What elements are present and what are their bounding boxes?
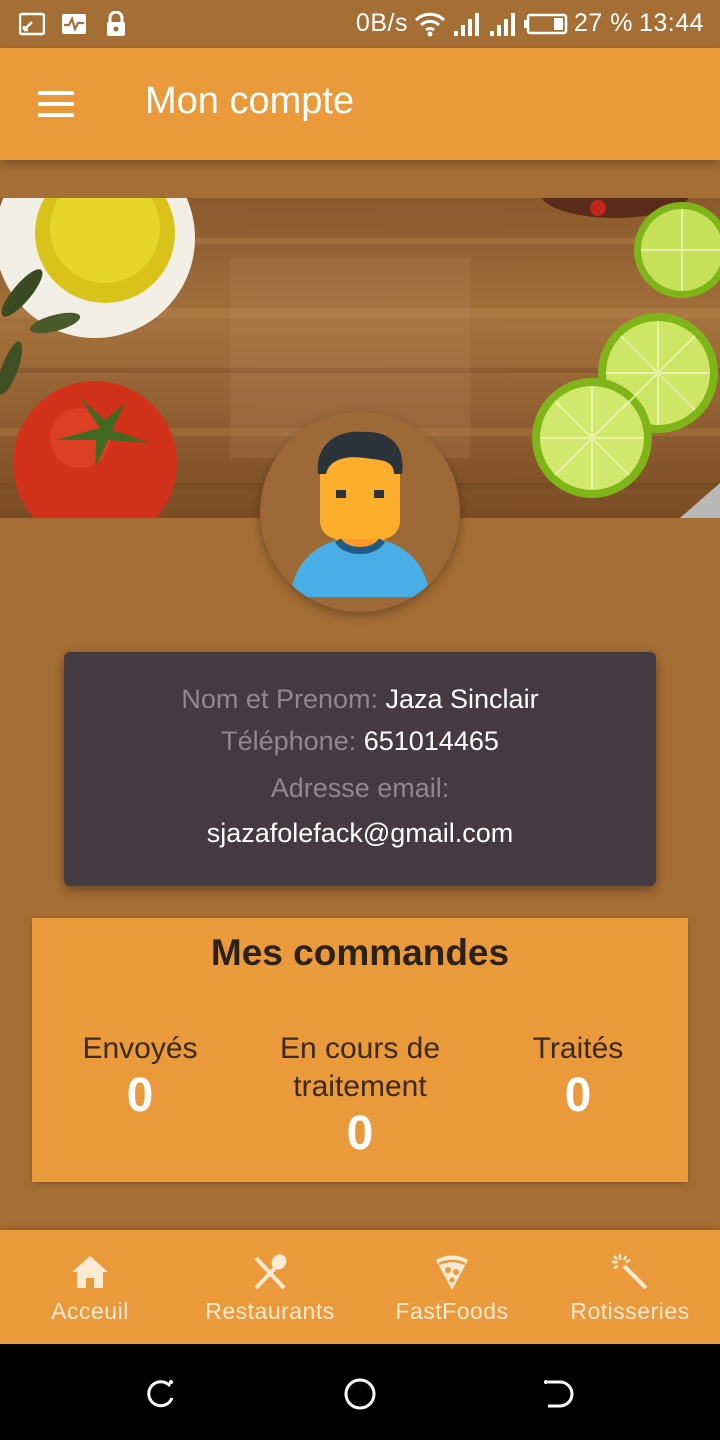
app-bar: Mon compte	[0, 48, 720, 160]
menu-icon[interactable]	[30, 84, 82, 124]
phone-value: 651014465	[363, 726, 499, 756]
avatar[interactable]	[260, 412, 460, 612]
email-label: Adresse email:	[270, 773, 450, 803]
cast-icon	[18, 10, 46, 38]
network-speed: 0B/s	[355, 9, 408, 37]
orders-done[interactable]: Traités 0	[498, 1030, 658, 1124]
orders-sent-label: Envoyés	[82, 1032, 198, 1065]
name-value: Jaza Sinclair	[385, 684, 539, 714]
orders-sent[interactable]: Envoyés 0	[60, 1030, 220, 1124]
battery-icon	[523, 13, 568, 34]
email-value: sjazafolefack@gmail.com	[206, 818, 514, 848]
orders-done-label: Traités	[532, 1032, 624, 1065]
name-row: Nom et Prenom: Jaza Sinclair	[64, 684, 656, 715]
status-bar: 0B/s 27 % 13:44	[0, 0, 720, 48]
wifi-icon	[414, 12, 446, 36]
orders-sent-count: 0	[126, 1069, 154, 1122]
signal-icon-2	[489, 12, 515, 36]
status-right: 0B/s 27 % 13:44	[356, 9, 704, 38]
nav-label-accueil: Acceuil	[51, 1298, 129, 1324]
activity-icon	[60, 10, 88, 38]
pizza-icon	[436, 1255, 468, 1290]
home-button-icon[interactable]	[340, 1374, 380, 1414]
orders-panel: Mes commandes Envoyés 0 En cours de trai…	[32, 918, 688, 1182]
phone-label: Téléphone:	[221, 726, 364, 756]
utensils-icon	[254, 1254, 287, 1290]
email-label-row: Adresse email:	[64, 773, 656, 804]
signal-icon	[453, 12, 479, 36]
nav-item-restaurants[interactable]: Restaurants	[180, 1230, 360, 1344]
orders-done-count: 0	[564, 1069, 592, 1122]
bottom-navigation: Acceuil Restaurants FastFoods Rotisserie…	[0, 1230, 720, 1344]
orders-title: Mes commandes	[210, 932, 510, 973]
nav-label-rotisseries: Rotisseries	[570, 1298, 690, 1324]
orders-in-progress-count: 0	[346, 1107, 374, 1160]
page-title: Mon compte	[145, 80, 355, 122]
nav-label-restaurants: Restaurants	[205, 1298, 335, 1324]
system-navigation-bar	[0, 1344, 720, 1440]
orders-in-progress-label-2: traitement	[293, 1070, 427, 1103]
nav-item-fastfoods[interactable]: FastFoods	[362, 1230, 542, 1344]
home-icon	[72, 1256, 108, 1288]
nav-item-accueil[interactable]: Acceuil	[0, 1230, 180, 1344]
magic-wand-icon	[612, 1254, 648, 1290]
battery-percent: 27 %	[573, 9, 633, 37]
phone-row: Téléphone: 651014465	[64, 726, 656, 757]
orders-in-progress[interactable]: En cours de traitement 0	[250, 1030, 470, 1162]
clock: 13:44	[638, 9, 704, 37]
status-left-icons	[18, 10, 130, 38]
back-icon[interactable]	[540, 1374, 580, 1414]
email-value-row: sjazafolefack@gmail.com	[64, 818, 656, 849]
user-avatar-icon	[290, 431, 430, 597]
orders-in-progress-label-1: En cours de	[279, 1032, 441, 1065]
profile-info-card: Nom et Prenom: Jaza Sinclair Téléphone: …	[64, 652, 656, 886]
lock-icon	[102, 10, 130, 38]
recent-apps-icon[interactable]	[140, 1374, 180, 1414]
nav-label-fastfoods: FastFoods	[395, 1298, 509, 1324]
name-label: Nom et Prenom:	[181, 684, 386, 714]
nav-item-rotisseries[interactable]: Rotisseries	[540, 1230, 720, 1344]
